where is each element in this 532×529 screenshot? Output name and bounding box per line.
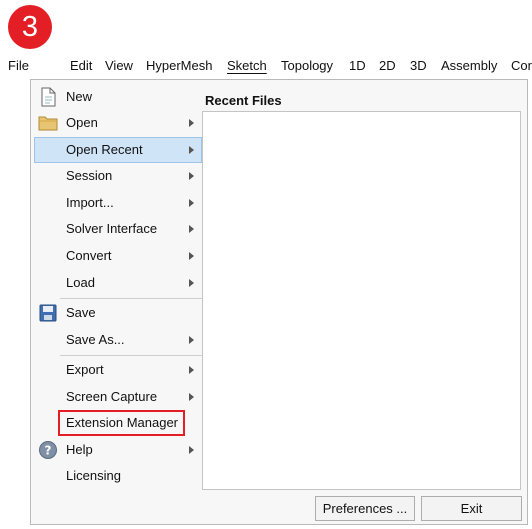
menu-item-licensing[interactable]: Licensing [34,463,202,489]
menu-item-export[interactable]: Export [34,357,202,383]
menu-item-help[interactable]: ? Help [34,437,202,463]
menu-item-label: Open Recent [66,142,143,157]
menu-hypermesh[interactable]: HyperMesh [146,52,212,79]
submenu-arrow-icon [189,172,194,180]
menu-item-label: Open [66,115,98,130]
menu-2d[interactable]: 2D [379,52,396,79]
menu-item-open[interactable]: Open [34,110,202,136]
menu-item-label: Load [66,275,95,290]
submenu-arrow-icon [189,119,194,127]
menu-item-load[interactable]: Load [34,270,202,296]
exit-button[interactable]: Exit [421,496,522,521]
recent-files-heading: Recent Files [205,93,282,108]
menu-item-save[interactable]: Save [34,300,202,326]
menu-item-save-as[interactable]: Save As... [34,327,202,353]
menu-item-label: Help [66,442,93,457]
highlight-outline [58,410,185,436]
menu-item-label: Save [66,305,96,320]
menu-assembly[interactable]: Assembly [441,52,497,79]
menu-bar: File Edit View HyperMesh Sketch Topology… [0,52,532,79]
step-number-badge: 3 [8,5,52,49]
menu-3d[interactable]: 3D [410,52,427,79]
menu-item-import[interactable]: Import... [34,190,202,216]
menu-item-session[interactable]: Session [34,163,202,189]
folder-icon [38,113,58,133]
submenu-arrow-icon [189,252,194,260]
menu-separator [60,298,202,299]
submenu-arrow-icon [189,366,194,374]
recent-files-list[interactable] [202,111,521,490]
submenu-arrow-icon [189,146,194,154]
menu-item-label: Solver Interface [66,221,158,236]
svg-text:?: ? [45,444,52,458]
menu-topology[interactable]: Topology [281,52,333,79]
menu-item-label: Convert [66,248,112,263]
menu-cor[interactable]: Cor [511,52,532,79]
menu-edit[interactable]: Edit [70,52,92,79]
menu-item-label: Licensing [66,468,121,483]
menu-item-solver-interface[interactable]: Solver Interface [34,216,202,242]
help-icon: ? [38,440,58,460]
floppy-disk-icon [38,303,58,323]
menu-item-label: Export [66,362,104,377]
menu-item-screen-capture[interactable]: Screen Capture [34,384,202,410]
new-document-icon [38,87,58,107]
menu-item-convert[interactable]: Convert [34,243,202,269]
menu-view[interactable]: View [105,52,133,79]
menu-item-label: Screen Capture [66,389,158,404]
submenu-arrow-icon [189,199,194,207]
menu-item-open-recent[interactable]: Open Recent [34,137,202,163]
submenu-arrow-icon [189,393,194,401]
menu-item-label: Import... [66,195,114,210]
menu-item-new[interactable]: New [34,84,202,110]
submenu-arrow-icon [189,279,194,287]
preferences-button[interactable]: Preferences ... [315,496,415,521]
menu-item-label: Save As... [66,332,125,347]
menu-separator [60,355,202,356]
menu-item-label: New [66,89,93,104]
submenu-arrow-icon [189,225,194,233]
submenu-arrow-icon [189,336,194,344]
menu-sketch[interactable]: Sketch [227,52,267,79]
submenu-arrow-icon [189,446,194,454]
menu-1d[interactable]: 1D [349,52,366,79]
menu-file[interactable]: File [8,52,29,79]
menu-item-label: Session [66,168,113,183]
